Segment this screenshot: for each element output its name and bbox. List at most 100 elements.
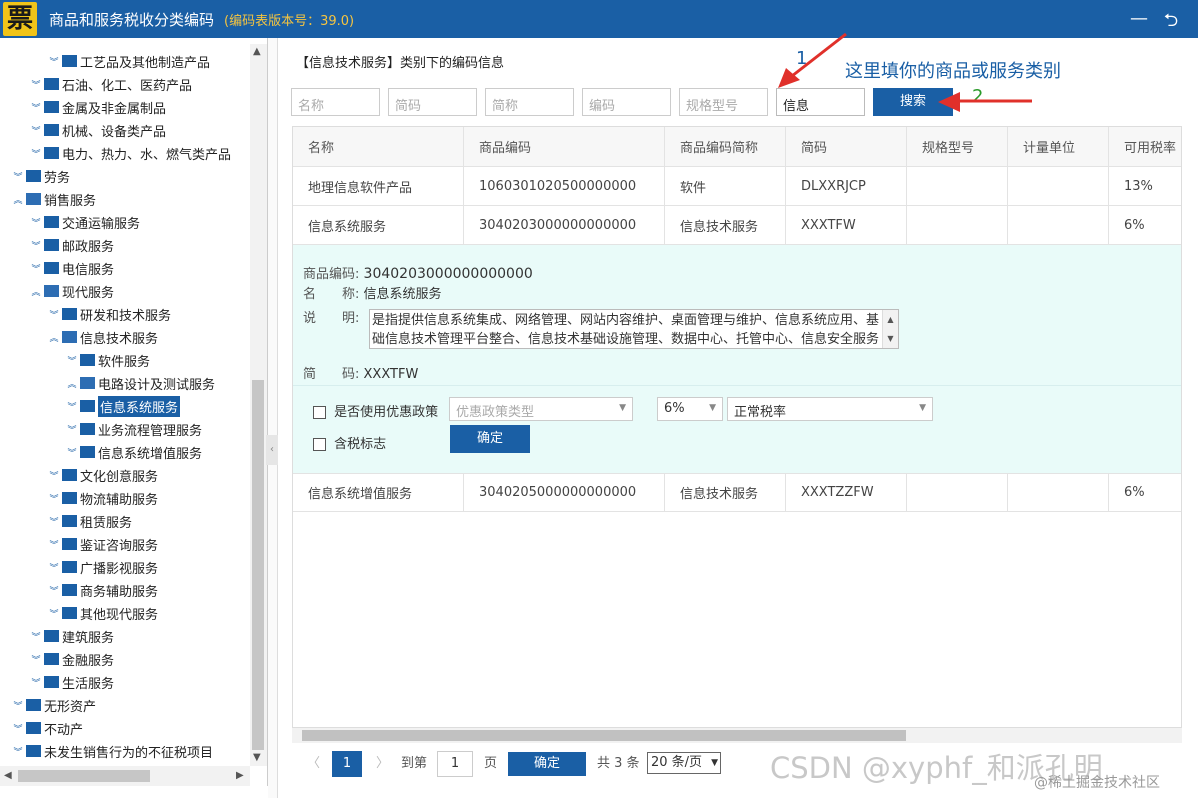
goto-page-input[interactable]: 1 [437, 751, 473, 777]
table-row[interactable]: 地理信息软件产品 1060301020500000000 软件 DLXXRJCP… [293, 167, 1181, 206]
table-row[interactable]: 信息系统服务 3040203000000000000 信息技术服务 XXXTFW… [293, 206, 1181, 245]
header-tax-rate[interactable]: 可用税率 [1109, 127, 1181, 166]
tree-node[interactable]: ︾ 信息系统服务 [66, 395, 181, 417]
tax-rate-select[interactable]: 6% ▼ [657, 397, 723, 421]
scroll-down-icon[interactable]: ▼ [253, 752, 261, 763]
detail-description-box[interactable]: 是指提供信息系统集成、网络管理、网站内容维护、桌面管理与维护、信息系统应用、基 … [369, 309, 899, 349]
expand-icon[interactable]: ︾ [48, 515, 60, 528]
tree-node[interactable]: ︾ 机械、设备类产品 [30, 119, 166, 141]
expand-icon[interactable]: ︾ [66, 354, 78, 367]
prev-page-icon[interactable]: 〈 [307, 752, 320, 776]
tree-node[interactable]: ︾ 邮政服务 [30, 234, 114, 256]
tree-node[interactable]: ︾ 生活服务 [30, 671, 114, 693]
tree-node[interactable]: ︾ 石油、化工、医药产品 [30, 73, 192, 95]
header-spec[interactable]: 规格型号 [907, 127, 1008, 166]
short-name-filter-input[interactable]: 简称 [485, 88, 574, 116]
expand-icon[interactable]: ︾ [30, 262, 42, 275]
expand-icon[interactable]: ︾ [30, 216, 42, 229]
expand-icon[interactable]: ︾ [48, 492, 60, 505]
tree-node[interactable]: ︾ 软件服务 [66, 349, 150, 371]
tree-node[interactable]: ︾ 电力、热力、水、燃气类产品 [30, 142, 231, 164]
tree-node[interactable]: ︾ 建筑服务 [30, 625, 114, 647]
tree-node[interactable]: ︾ 物流辅助服务 [48, 487, 158, 509]
tree-node[interactable]: ︾ 交通运输服务 [30, 211, 140, 233]
expand-icon[interactable]: ︾ [30, 78, 42, 91]
expand-icon[interactable]: ︾ [12, 699, 24, 712]
collapse-icon[interactable]: ︽ [48, 331, 60, 344]
detail-confirm-button[interactable]: 确定 [450, 425, 530, 453]
expand-icon[interactable]: ︾ [30, 239, 42, 252]
header-name[interactable]: 名称 [293, 127, 464, 166]
tree-node[interactable]: ︾ 电信服务 [30, 257, 114, 279]
expand-icon[interactable]: ︾ [66, 446, 78, 459]
tree-node[interactable]: ︾ 鉴证咨询服务 [48, 533, 158, 555]
tree-node[interactable]: ︽ 电路设计及测试服务 [66, 372, 215, 394]
short-code-filter-input[interactable]: 简码 [388, 88, 477, 116]
preferential-checkbox[interactable] [313, 406, 326, 419]
desc-scrollbar[interactable]: ▲ ▼ [882, 310, 898, 348]
tree-node[interactable]: ︽ 销售服务 [12, 188, 96, 210]
expand-icon[interactable]: ︾ [30, 147, 42, 160]
goto-confirm-button[interactable]: 确定 [508, 752, 586, 776]
expand-icon[interactable]: ︾ [66, 423, 78, 436]
panel-splitter[interactable] [268, 38, 278, 798]
expand-icon[interactable]: ︾ [48, 55, 60, 68]
tree-node[interactable]: ︾ 研发和技术服务 [48, 303, 171, 325]
expand-icon[interactable]: ︾ [30, 630, 42, 643]
expand-icon[interactable]: ︾ [48, 561, 60, 574]
expand-icon[interactable]: ︾ [30, 124, 42, 137]
expand-icon[interactable]: ︾ [48, 308, 60, 321]
header-code[interactable]: 商品编码 [464, 127, 665, 166]
scroll-up-icon[interactable]: ▲ [253, 46, 261, 57]
expand-icon[interactable]: ︾ [30, 101, 42, 114]
tree-node[interactable]: ︾ 租赁服务 [48, 510, 132, 532]
tree-scroll-thumb[interactable] [252, 380, 264, 750]
expand-icon[interactable]: ︾ [12, 722, 24, 735]
tree-node[interactable]: ︾ 其他现代服务 [48, 602, 158, 624]
expand-icon[interactable]: ︾ [12, 745, 24, 758]
header-short-code[interactable]: 简码 [786, 127, 907, 166]
tax-rate-type-select[interactable]: 正常税率 ▼ [727, 397, 933, 421]
tree-node[interactable]: ︾ 广播影视服务 [48, 556, 158, 578]
page-size-select[interactable]: 20 条/页 ▼ [647, 752, 721, 774]
tree-node[interactable]: ︾ 无形资产 [12, 694, 96, 716]
back-icon[interactable]: ⮌ [1160, 8, 1182, 38]
expand-icon[interactable]: ︾ [48, 584, 60, 597]
expand-icon[interactable]: ︾ [66, 400, 78, 413]
tax-inclusive-checkbox[interactable] [313, 438, 326, 451]
current-page-button[interactable]: 1 [332, 751, 362, 777]
collapse-icon[interactable]: ︽ [66, 377, 78, 390]
tree-node[interactable]: ︾ 文化创意服务 [48, 464, 158, 486]
tree-node[interactable]: ︾ 未发生销售行为的不征税项目 [12, 740, 213, 762]
spec-filter-input[interactable]: 规格型号 [679, 88, 768, 116]
next-page-icon[interactable]: 〉 [376, 752, 389, 776]
expand-icon[interactable]: ︾ [48, 469, 60, 482]
tree-node[interactable]: ︾ 劳务 [12, 165, 70, 187]
preferential-type-select[interactable]: 优惠政策类型 ▼ [449, 397, 633, 421]
tree-node[interactable]: ︾ 信息系统增值服务 [66, 441, 202, 463]
collapse-icon[interactable]: ︽ [12, 193, 24, 206]
keyword-input[interactable]: 信息 [776, 88, 865, 116]
expand-icon[interactable]: ︾ [30, 653, 42, 666]
expand-icon[interactable]: ︾ [30, 676, 42, 689]
tree-node[interactable]: ︾ 商务辅助服务 [48, 579, 158, 601]
collapse-sidebar-icon[interactable]: ‹ [266, 435, 278, 465]
expand-icon[interactable]: ︾ [48, 538, 60, 551]
tree-node[interactable]: ︾ 金融服务 [30, 648, 114, 670]
expand-icon[interactable]: ︾ [48, 607, 60, 620]
tree-node[interactable]: ︾ 工艺品及其他制造产品 [48, 50, 210, 72]
header-code-short-name[interactable]: 商品编码简称 [665, 127, 786, 166]
name-filter-input[interactable]: 名称 [291, 88, 380, 116]
tree-node[interactable]: ︾ 金属及非金属制品 [30, 96, 166, 118]
table-row[interactable]: 信息系统增值服务 3040205000000000000 信息技术服务 XXXT… [293, 473, 1181, 512]
table-hscroll-thumb[interactable] [302, 730, 906, 741]
tree-hscroll-thumb[interactable] [18, 770, 150, 782]
header-unit[interactable]: 计量单位 [1008, 127, 1109, 166]
code-filter-input[interactable]: 编码 [582, 88, 671, 116]
expand-icon[interactable]: ︾ [12, 170, 24, 183]
collapse-icon[interactable]: ︽ [30, 285, 42, 298]
tree-node[interactable]: ︾ 业务流程管理服务 [66, 418, 202, 440]
tree-node[interactable]: ︽ 现代服务 [30, 280, 114, 302]
minimize-icon[interactable]: — [1128, 8, 1150, 29]
tree-node[interactable]: ︾ 不动产 [12, 717, 83, 739]
